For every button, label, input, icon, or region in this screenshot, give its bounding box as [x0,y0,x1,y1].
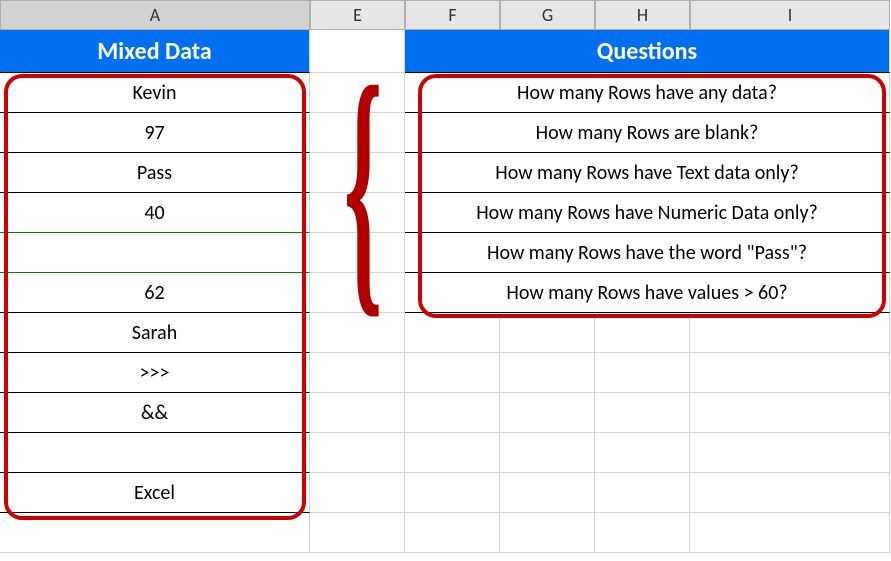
cell-blank[interactable] [595,433,690,473]
cell-blank[interactable] [500,393,595,433]
cell-blank[interactable] [595,313,690,353]
question-cell[interactable]: How many Rows have the word "Pass"? [405,233,890,273]
cell-blank[interactable] [310,513,405,553]
cell-blank[interactable] [690,353,890,393]
cell-blank[interactable] [310,73,405,113]
questions-title: Questions [405,30,890,73]
cell-blank[interactable] [595,353,690,393]
cell-blank[interactable] [310,30,405,73]
cell-blank[interactable] [405,473,500,513]
cell-blank[interactable] [500,353,595,393]
cell-blank[interactable] [310,233,405,273]
col-header-h[interactable]: H [595,0,690,30]
cell-blank[interactable] [690,393,890,433]
question-cell[interactable]: How many Rows have Text data only? [405,153,890,193]
cell-blank[interactable] [310,153,405,193]
cell-blank[interactable] [500,433,595,473]
question-cell[interactable]: How many Rows have values > 60? [405,273,890,313]
data-cell[interactable]: Excel [0,473,310,513]
col-header-a[interactable]: A [0,0,310,30]
col-header-i[interactable]: I [690,0,890,30]
cell-blank[interactable] [405,513,500,553]
cell-blank[interactable] [690,473,890,513]
cell-blank[interactable] [500,473,595,513]
cell-blank[interactable] [405,393,500,433]
data-cell[interactable]: >>> [0,353,310,393]
cell-blank[interactable] [690,513,890,553]
cell-blank[interactable] [310,393,405,433]
cell-blank[interactable] [595,513,690,553]
cell-blank[interactable] [405,313,500,353]
cell-blank[interactable] [310,353,405,393]
cell-blank[interactable] [310,113,405,153]
data-cell[interactable]: && [0,393,310,433]
question-cell[interactable]: How many Rows have any data? [405,73,890,113]
cell-blank[interactable] [405,433,500,473]
cell-blank[interactable] [595,473,690,513]
col-header-f[interactable]: F [405,0,500,30]
cell-blank[interactable] [310,473,405,513]
data-cell[interactable]: 62 [0,273,310,313]
data-cell[interactable]: Pass [0,153,310,193]
cell-blank[interactable] [405,353,500,393]
question-cell[interactable]: How many Rows are blank? [405,113,890,153]
column-header-row: A E F G H I [0,0,891,30]
data-cell[interactable]: Kevin [0,73,310,113]
data-cell[interactable]: 40 [0,193,310,233]
cell-blank[interactable] [0,513,310,553]
cell-blank[interactable] [310,433,405,473]
cell-blank[interactable] [500,313,595,353]
data-cell[interactable] [0,433,310,473]
cell-blank[interactable] [500,513,595,553]
col-header-g[interactable]: G [500,0,595,30]
cell-blank[interactable] [310,313,405,353]
data-cell[interactable] [0,233,310,273]
cell-blank[interactable] [690,433,890,473]
data-cell[interactable]: 97 [0,113,310,153]
col-header-e[interactable]: E [310,0,405,30]
cell-blank[interactable] [310,273,405,313]
cell-blank[interactable] [690,313,890,353]
cell-blank[interactable] [595,393,690,433]
spreadsheet-grid: Mixed Data Questions Kevin How many Rows… [0,30,891,553]
cell-blank[interactable] [310,193,405,233]
mixed-data-title: Mixed Data [0,30,310,73]
question-cell[interactable]: How many Rows have Numeric Data only? [405,193,890,233]
data-cell[interactable]: Sarah [0,313,310,353]
